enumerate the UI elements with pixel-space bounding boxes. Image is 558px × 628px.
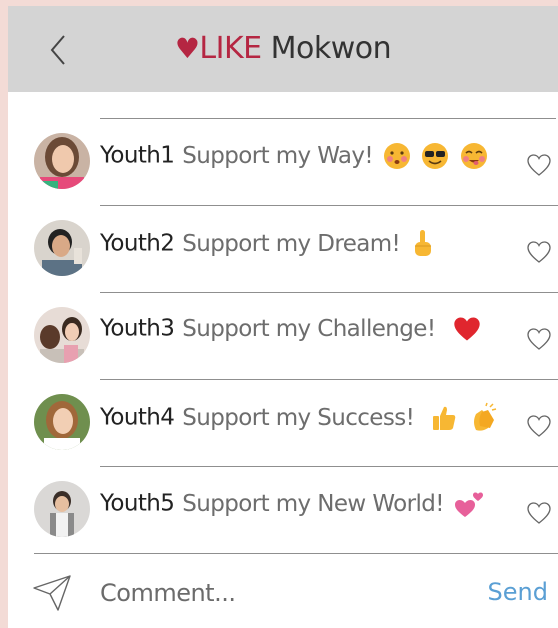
pointing-up-icon bbox=[414, 230, 431, 256]
red-heart-icon bbox=[454, 317, 480, 341]
post-list: Youth1 Support my Way! Youth2 Support my… bbox=[8, 119, 558, 554]
post-author: Youth3 bbox=[100, 315, 175, 342]
avatar bbox=[34, 133, 90, 189]
list-item[interactable]: Youth4 Support my Success! bbox=[34, 380, 558, 467]
list-item[interactable]: Youth1 Support my Way! bbox=[34, 119, 558, 206]
avatar bbox=[34, 220, 90, 276]
title-name: Mokwon bbox=[261, 31, 392, 66]
two-hearts-icon bbox=[454, 492, 483, 517]
avatar bbox=[34, 481, 90, 537]
post-message: Support my Dream! bbox=[182, 230, 401, 257]
post-message: Support my Way! bbox=[182, 142, 374, 169]
post-message: Support my Success! bbox=[182, 404, 415, 431]
app-header: ♥LIKE Mokwon bbox=[8, 6, 558, 92]
kissing-face-icon bbox=[383, 143, 410, 169]
avatar bbox=[34, 394, 90, 450]
heart-outline-icon[interactable] bbox=[526, 153, 552, 177]
heart-outline-icon[interactable] bbox=[526, 240, 552, 264]
title-brand: LIKE bbox=[199, 31, 262, 66]
sunglasses-face-icon bbox=[422, 143, 449, 169]
post-author: Youth1 bbox=[100, 142, 175, 169]
post-message: Support my Challenge! bbox=[182, 315, 436, 342]
comment-input[interactable] bbox=[100, 576, 470, 610]
list-item[interactable]: Youth5 Support my New World! bbox=[34, 467, 558, 554]
heart-icon: ♥ bbox=[174, 32, 200, 65]
thumbs-up-icon bbox=[432, 406, 456, 430]
page-title: ♥LIKE Mokwon bbox=[8, 31, 558, 66]
list-item[interactable]: Youth2 Support my Dream! bbox=[34, 206, 558, 293]
list-item[interactable]: Youth3 Support my Challenge! bbox=[34, 293, 558, 380]
heart-outline-icon[interactable] bbox=[526, 327, 552, 351]
paper-plane-icon[interactable] bbox=[32, 574, 72, 612]
send-button[interactable]: Send bbox=[488, 578, 548, 606]
phone-screen: ♥LIKE Mokwon Youth1 Support my Way! Yout… bbox=[8, 6, 558, 628]
clapping-hands-icon bbox=[473, 402, 496, 431]
savoring-face-icon bbox=[461, 143, 488, 169]
avatar bbox=[34, 307, 90, 363]
post-author: Youth2 bbox=[100, 230, 175, 257]
heart-outline-icon[interactable] bbox=[526, 414, 552, 438]
heart-outline-icon[interactable] bbox=[526, 501, 552, 525]
post-author: Youth5 bbox=[100, 490, 175, 517]
post-message: Support my New World! bbox=[182, 490, 444, 517]
post-author: Youth4 bbox=[100, 404, 175, 431]
comment-bar: Send bbox=[8, 556, 558, 628]
